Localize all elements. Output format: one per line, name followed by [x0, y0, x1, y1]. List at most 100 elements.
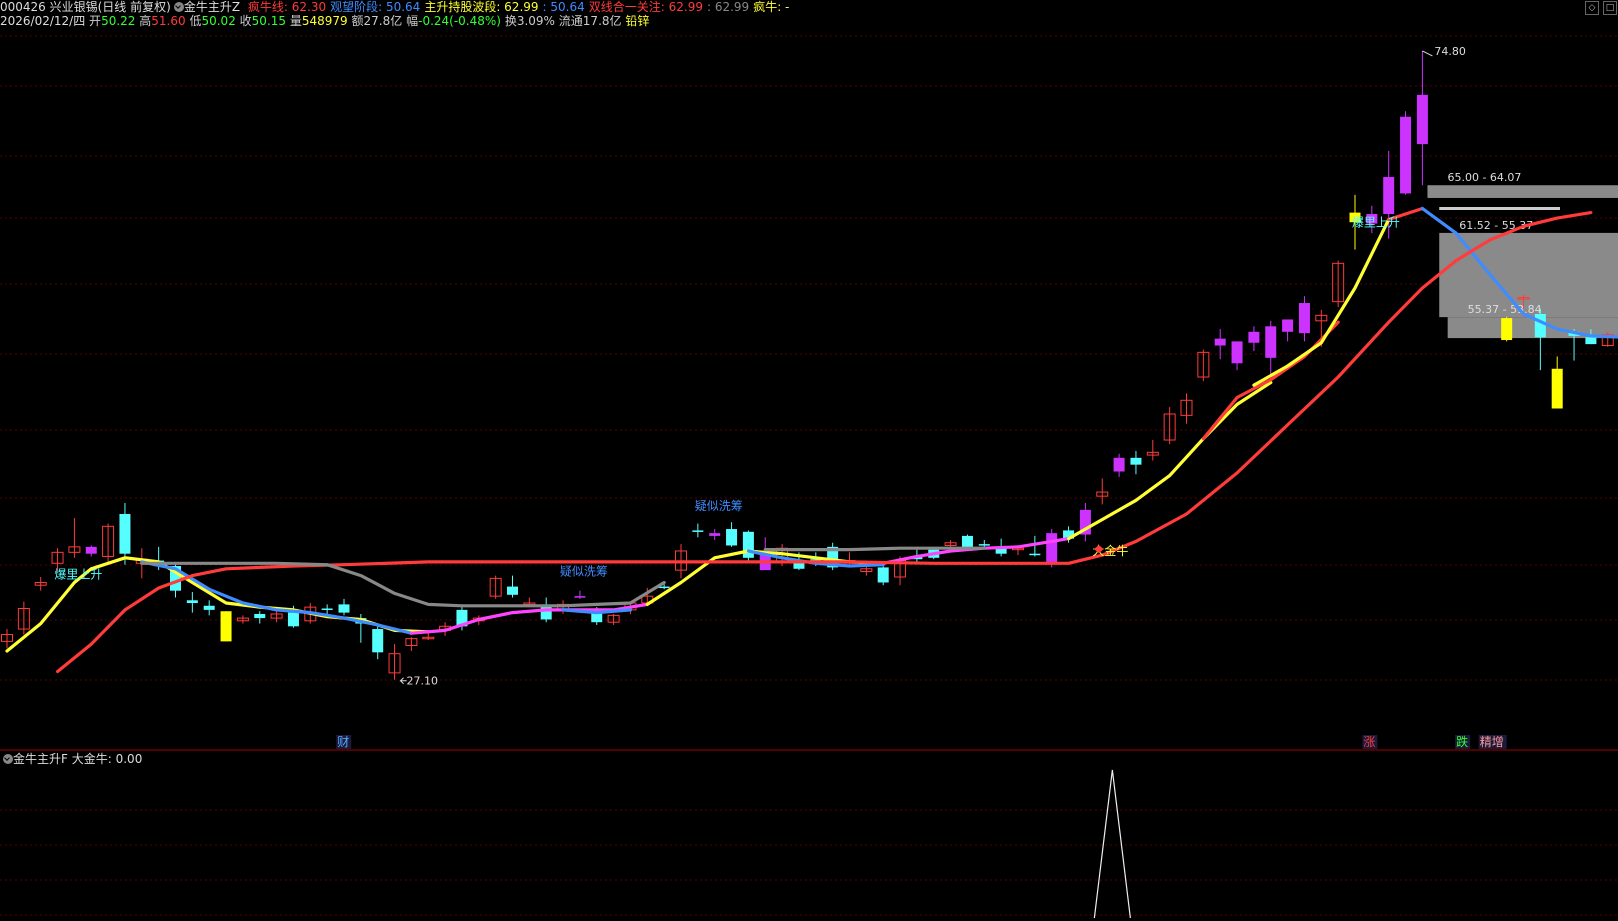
candle-body	[338, 604, 350, 613]
header-item-0: 疯牛线: 62.30	[247, 0, 327, 14]
candle-body	[540, 605, 552, 620]
header-item-3: : 50.64	[542, 0, 585, 14]
series-line-fast	[881, 537, 1071, 565]
signal-label: 疑似洗筹	[560, 564, 608, 579]
series-line-fast	[1252, 217, 1391, 387]
candle-body	[742, 531, 754, 558]
candle-body	[220, 611, 232, 642]
candle-body	[1265, 326, 1277, 358]
header-item-1: 观望阶段: 50.64	[330, 0, 421, 14]
candle-body	[203, 605, 215, 610]
resistance-zone	[1427, 185, 1618, 198]
low-marker-label: 27.10	[407, 675, 439, 688]
candle-body	[692, 530, 704, 532]
high-marker-arrow	[1422, 50, 1433, 57]
indicator2-label: 大金牛:	[71, 752, 112, 766]
candle-body	[1029, 553, 1041, 556]
candle-body	[1585, 337, 1597, 345]
event-mark: 跌	[1456, 734, 1468, 749]
candle-body	[1400, 116, 1412, 194]
amount-label: 额	[351, 14, 364, 28]
candle-body	[254, 613, 266, 619]
candle-body	[726, 529, 738, 546]
candle-body	[1534, 313, 1546, 338]
quote-row: 2026/02/12/四 开50.22 高51.60 低50.02 收50.15…	[0, 14, 649, 28]
candle-body	[186, 600, 198, 604]
high-value: 51.60	[151, 14, 186, 28]
open-value: 50.22	[101, 14, 136, 28]
header-item-2: 主升持股波段: 62.99	[424, 0, 539, 14]
candle-body	[1130, 457, 1142, 465]
header-item-6: 疯牛: -	[753, 0, 790, 14]
signal-label: 爆里上升	[54, 567, 102, 581]
candle-body	[287, 612, 299, 627]
float-value: 17.8亿	[582, 14, 622, 28]
volume-value: 548979	[301, 14, 348, 28]
change-value: -0.24(-0.48%)	[418, 14, 501, 28]
candle-body	[1416, 94, 1428, 145]
high-label: 高	[139, 14, 152, 28]
zone-label: 55.37 - 53.84	[1468, 303, 1542, 316]
zone-label: 65.00 - 64.07	[1447, 171, 1521, 184]
turnover-label: 换	[504, 14, 517, 28]
indicator-values: 疯牛线: 62.30 观望阶段: 50.64 主升持股波段: 62.99: 50.6…	[244, 0, 790, 14]
close-value: 50.15	[251, 14, 287, 28]
candle-body	[877, 567, 889, 583]
series-line-fast	[1067, 380, 1273, 541]
candle-body	[574, 596, 586, 598]
series-line-fast	[140, 560, 413, 635]
event-mark: 财	[337, 735, 349, 749]
candle-body	[1248, 331, 1260, 343]
indicator2-name[interactable]: 金牛主升F	[13, 752, 68, 766]
turnover-value: 3.09%	[516, 14, 555, 28]
signal-label: 疑似洗筹	[695, 498, 743, 513]
candle-body	[85, 546, 97, 554]
indicator-name[interactable]: 金牛主升Z	[184, 0, 240, 14]
candle-body	[1282, 319, 1294, 332]
candle-body	[978, 544, 990, 546]
series-line-fast	[409, 602, 649, 635]
stock-title: 000426 兴业银锡(日线 前复权)	[0, 0, 171, 14]
candle-body	[1231, 341, 1243, 364]
open-label: 开	[89, 14, 102, 28]
candle-body	[1214, 338, 1226, 346]
series-line-slow	[56, 211, 1593, 674]
candle-body	[709, 533, 721, 536]
event-mark: 涨	[1363, 734, 1375, 749]
check-circle-icon[interactable]	[3, 754, 13, 764]
indicator2-value: 0.00	[115, 752, 143, 766]
quote-date: 2026/02/12/四	[0, 14, 86, 28]
amount-value: 27.8亿	[363, 14, 403, 28]
candle-body	[507, 586, 518, 595]
series-line-slow	[763, 546, 986, 552]
header-item-5: : 62.99	[706, 0, 750, 14]
candle-body	[1113, 457, 1125, 472]
close-label: 收	[239, 14, 252, 28]
high-marker-label: 74.80	[1434, 45, 1466, 58]
candle-body	[1551, 368, 1563, 409]
price-chart: 65.00 - 64.0761.52 - 55.3755.37 - 53.84爆…	[0, 35, 1618, 919]
candle-body	[1046, 533, 1058, 564]
candle-body	[1298, 303, 1310, 334]
sector-tag[interactable]: 铅锌	[625, 14, 649, 28]
float-label: 流通	[558, 14, 583, 28]
indicator-spike	[1093, 769, 1131, 919]
header-item-4: 双线合一关注: 62.99	[588, 0, 703, 14]
event-mark: 精增	[1480, 735, 1504, 749]
check-circle-icon[interactable]	[173, 2, 184, 12]
low-value: 50.02	[201, 14, 236, 28]
prev-arrow-icon[interactable]: ◇	[1585, 1, 1599, 15]
header-row: 000426 兴业银锡(日线 前复权) 金牛主升Z 疯牛线: 62.30 观望阶段:…	[0, 0, 789, 14]
signal-label: 爆里上升	[1352, 215, 1400, 229]
change-label: 幅	[406, 14, 419, 28]
indicator2-row: 金牛主升F 大金牛: 0.00	[0, 752, 142, 766]
candle-body	[1383, 177, 1395, 214]
window-toggle-icon[interactable]: □	[1603, 1, 1617, 15]
candle-body	[658, 586, 670, 589]
candle-body	[372, 629, 384, 653]
volume-label: 量	[289, 14, 302, 28]
candle-body	[961, 535, 973, 549]
candle-body	[119, 513, 131, 554]
candle-body	[1501, 318, 1513, 341]
low-label: 低	[189, 14, 202, 28]
